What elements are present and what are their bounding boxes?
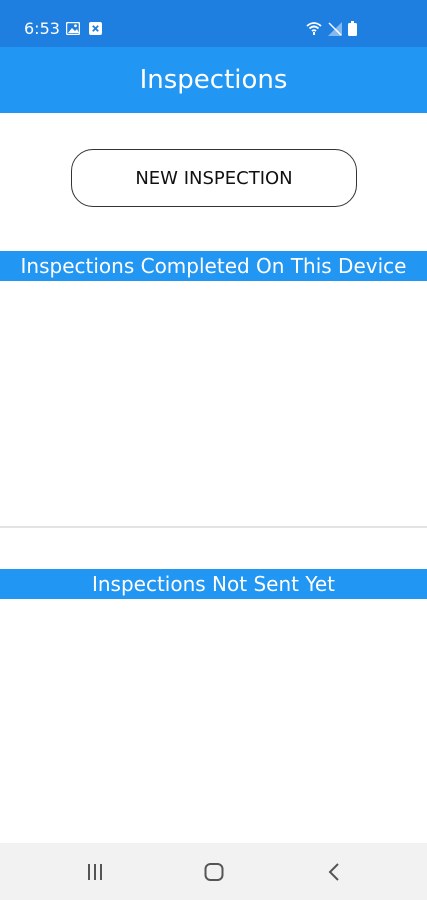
completed-inspections-list[interactable]	[0, 281, 427, 526]
app-bar: Inspections	[0, 47, 427, 113]
wifi-icon	[306, 21, 322, 41]
back-icon[interactable]	[319, 857, 349, 887]
status-notification-icons	[65, 21, 102, 40]
not-sent-inspections-list[interactable]	[0, 599, 427, 843]
signal-icon	[328, 22, 342, 41]
status-bar: 6:53	[0, 0, 427, 47]
page-title: Inspections	[139, 65, 288, 95]
image-icon	[65, 21, 81, 40]
close-box-icon	[89, 22, 102, 40]
recent-apps-icon[interactable]	[80, 857, 110, 887]
status-time: 6:53	[24, 19, 60, 38]
navigation-bar	[0, 843, 427, 900]
not-sent-section-header: Inspections Not Sent Yet	[0, 569, 427, 599]
home-icon[interactable]	[199, 857, 229, 887]
battery-icon	[348, 21, 357, 41]
status-system-icons	[306, 21, 357, 41]
divider	[0, 526, 427, 528]
completed-section-header: Inspections Completed On This Device	[0, 251, 427, 281]
new-inspection-button[interactable]: NEW INSPECTION	[71, 149, 357, 207]
